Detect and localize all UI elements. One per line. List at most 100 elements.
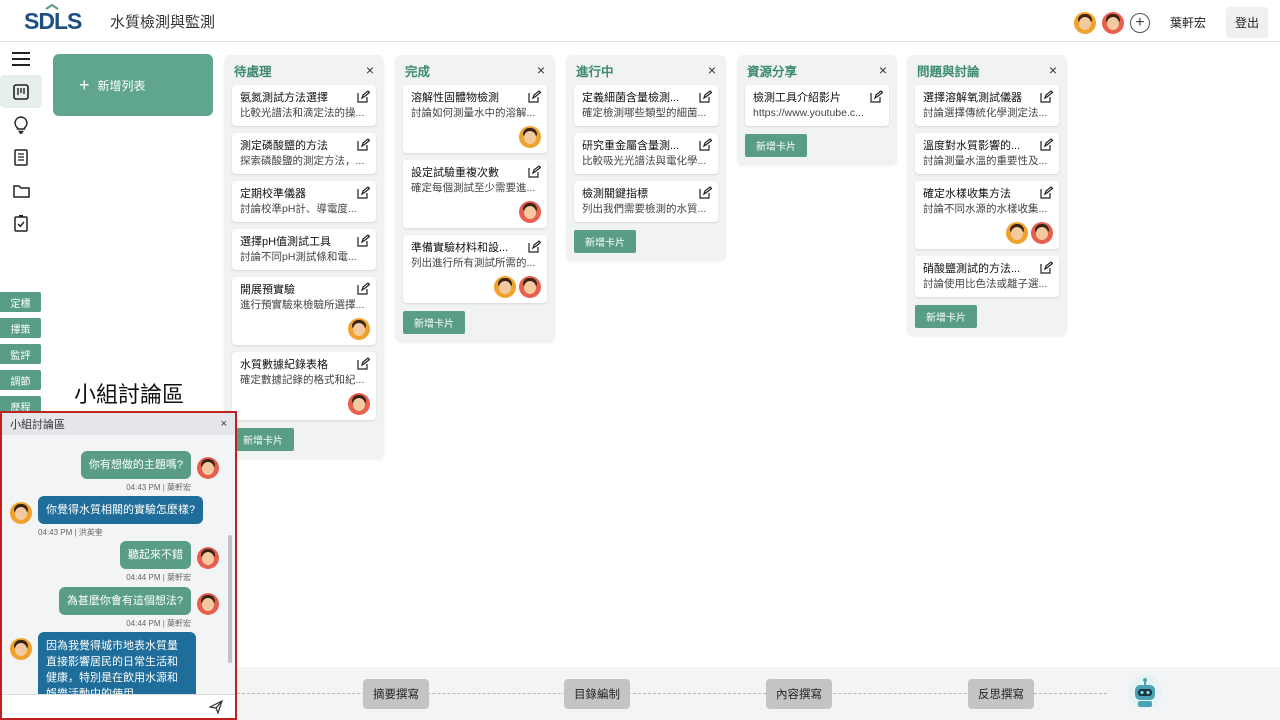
card-title: 設定試驗重複次數 <box>411 167 499 179</box>
step-abstract[interactable]: 摘要撰寫 <box>363 679 429 709</box>
task-card[interactable]: 檢測關鍵指標 列出我們需要檢測的水質... <box>574 181 718 222</box>
task-card[interactable]: 研究重金屬含量測... 比較吸光光譜法與電化學... <box>574 133 718 174</box>
add-card-button[interactable]: 新增卡片 <box>745 134 807 157</box>
card-description: 確定每個測試至少需要進... <box>411 182 536 194</box>
logout-button[interactable]: 登出 <box>1225 7 1268 38</box>
writing-stepper: 摘要撰寫 目錄編制 內容撰寫 反思撰寫 <box>237 667 1280 720</box>
task-card[interactable]: 檢測工具介紹影片 https://www.youtube.c... <box>745 85 889 126</box>
add-card-button[interactable]: 新增卡片 <box>574 230 636 253</box>
card-description: 討論使用比色法或離子選... <box>923 278 1048 290</box>
chat-scrollbar[interactable] <box>228 535 232 663</box>
add-list-button[interactable]: + 新增列表 <box>53 54 213 116</box>
edit-icon[interactable] <box>528 90 542 103</box>
member-avatar[interactable] <box>1101 11 1124 34</box>
kanban-icon[interactable] <box>0 75 42 108</box>
task-card[interactable]: 選擇pH值測試工具 討論不同pH測試條和電... <box>232 229 376 270</box>
step-content[interactable]: 內容撰寫 <box>766 679 832 709</box>
kanban-column[interactable]: 進行中 × 定義細菌含量檢測... 確定檢測哪些類型的細菌... 研究重金屬含量測...… <box>566 55 726 261</box>
edit-icon[interactable] <box>357 186 371 199</box>
edit-icon[interactable] <box>1040 261 1054 274</box>
chat-close-icon[interactable]: × <box>221 418 227 430</box>
column-close-icon[interactable]: × <box>879 62 887 78</box>
card-description: 討論如何測量水中的溶解... <box>411 107 536 119</box>
column-header: 問題與討論 × <box>915 55 1059 85</box>
column-title: 完成 <box>405 64 431 79</box>
kanban-column[interactable]: 待處理 × 氨氮測試方法選擇 比較光譜法和滴定法的操... 測定磷酸鹽的方法 探索磷酸鹽的… <box>224 55 384 459</box>
add-card-button[interactable]: 新增卡片 <box>232 428 294 451</box>
message-meta: 04:43 PM | 葉軒宏 <box>126 483 191 492</box>
add-member-icon[interactable]: + <box>1129 12 1150 33</box>
edit-icon[interactable] <box>357 138 371 151</box>
task-card[interactable]: 選擇溶解氧測試儀器討論選擇傳統化學測定法... <box>915 85 1059 126</box>
task-card[interactable]: 準備實驗材料和設... 列出進行所有測試所需的... <box>403 235 547 303</box>
card-title: 選擇溶解氧測試儀器 <box>923 92 1022 104</box>
edit-icon[interactable] <box>1040 186 1054 199</box>
sender-avatar <box>197 547 219 569</box>
kanban-column[interactable]: 問題與討論 × 選擇溶解氧測試儀器 討論選擇傳統化學測定法... 溫度對水質影響的...… <box>907 55 1067 336</box>
document-icon[interactable] <box>0 141 42 174</box>
edit-icon[interactable] <box>1040 90 1054 103</box>
card-title: 氨氮測試方法選擇 <box>240 92 328 104</box>
phase-tag-strategy[interactable]: 擇策 <box>0 318 41 338</box>
card-description: 探索磷酸鹽的測定方法，... <box>240 155 365 167</box>
folder-icon[interactable] <box>0 174 42 207</box>
chat-message: 你覺得水質相關的實驗怎麼樣? 04:43 PM | 洪英奎 <box>10 496 204 538</box>
edit-icon[interactable] <box>357 90 371 103</box>
column-title: 進行中 <box>576 64 614 79</box>
task-card[interactable]: 定義細菌含量檢測... 確定檢測哪些類型的細菌... <box>574 85 718 126</box>
menu-icon[interactable] <box>0 42 42 75</box>
chat-input[interactable] <box>2 694 235 718</box>
step-reflection[interactable]: 反思撰寫 <box>968 679 1034 709</box>
phase-tag-goal[interactable]: 定標 <box>0 292 41 312</box>
task-card[interactable]: 溫度對水質影響的... 討論測量水溫的重要性及... <box>915 133 1059 174</box>
edit-icon[interactable] <box>528 240 542 253</box>
sdls-logo[interactable]: SDLS <box>22 4 86 36</box>
card-members <box>923 222 1053 244</box>
sender-avatar <box>10 502 32 524</box>
column-close-icon[interactable]: × <box>366 62 374 78</box>
card-title: 溶解性固體物檢測 <box>411 92 499 104</box>
task-card[interactable]: 定期校準儀器 討論校準pH計、導電度... <box>232 181 376 222</box>
checklist-icon[interactable] <box>0 207 42 240</box>
card-description: 討論選擇傳統化學測定法... <box>923 107 1048 119</box>
edit-icon[interactable] <box>1040 138 1054 151</box>
edit-icon[interactable] <box>699 186 713 199</box>
task-card[interactable]: 開展預實驗 進行預實驗來檢驗所選擇... <box>232 277 376 345</box>
card-description: 比較光譜法和滴定法的操... <box>240 107 365 119</box>
column-header: 進行中 × <box>574 55 718 85</box>
kanban-column[interactable]: 資源分享 × 檢測工具介紹影片 https://www.youtube.c... 新增卡… <box>737 55 897 165</box>
step-outline[interactable]: 目錄編制 <box>564 679 630 709</box>
kanban-column[interactable]: 完成 × 溶解性固體物檢測討論如何測量水中的溶解... 設定試驗重複次數確定每個測試至… <box>395 55 555 342</box>
add-card-button[interactable]: 新增卡片 <box>403 311 465 334</box>
edit-icon[interactable] <box>870 90 884 103</box>
card-members <box>240 393 370 415</box>
member-avatar[interactable] <box>1073 11 1096 34</box>
task-card[interactable]: 水質數據紀錄表格 確定數據記錄的格式和紀... <box>232 352 376 420</box>
edit-icon[interactable] <box>699 90 713 103</box>
card-member-avatar <box>1006 222 1028 244</box>
edit-icon[interactable] <box>357 357 371 370</box>
task-card[interactable]: 硝酸鹽測試的方法... 討論使用比色法或離子選... <box>915 256 1059 297</box>
column-close-icon[interactable]: × <box>708 62 716 78</box>
task-card[interactable]: 確定水樣收集方法 討論不同水源的水樣收集... <box>915 181 1059 249</box>
column-close-icon[interactable]: × <box>1049 62 1057 78</box>
edit-icon[interactable] <box>699 138 713 151</box>
chat-section-heading: 小組討論區 <box>74 382 185 407</box>
task-card[interactable]: 氨氮測試方法選擇比較光譜法和滴定法的操... <box>232 85 376 126</box>
phase-tag-monitor[interactable]: 監評 <box>0 344 41 364</box>
lightbulb-icon[interactable] <box>0 108 42 141</box>
edit-icon[interactable] <box>357 282 371 295</box>
robot-assistant-icon[interactable] <box>1127 674 1163 710</box>
add-card-button[interactable]: 新增卡片 <box>915 305 977 328</box>
phase-tag-adjust[interactable]: 調節 <box>0 370 41 390</box>
task-card[interactable]: 測定磷酸鹽的方法 探索磷酸鹽的測定方法，... <box>232 133 376 174</box>
task-card[interactable]: 設定試驗重複次數確定每個測試至少需要進... <box>403 160 547 228</box>
edit-icon[interactable] <box>357 234 371 247</box>
current-user-name: 葉軒宏 <box>1169 16 1206 30</box>
chat-messages[interactable]: 你有想做的主題嗎? 04:43 PM | 葉軒宏 你覺得水質相關的實驗怎麼樣? 04:… <box>2 435 235 696</box>
column-close-icon[interactable]: × <box>537 62 545 78</box>
card-description: 進行預實驗來檢驗所選擇... <box>240 299 365 311</box>
send-icon[interactable] <box>209 700 223 714</box>
edit-icon[interactable] <box>528 165 542 178</box>
task-card[interactable]: 溶解性固體物檢測討論如何測量水中的溶解... <box>403 85 547 153</box>
